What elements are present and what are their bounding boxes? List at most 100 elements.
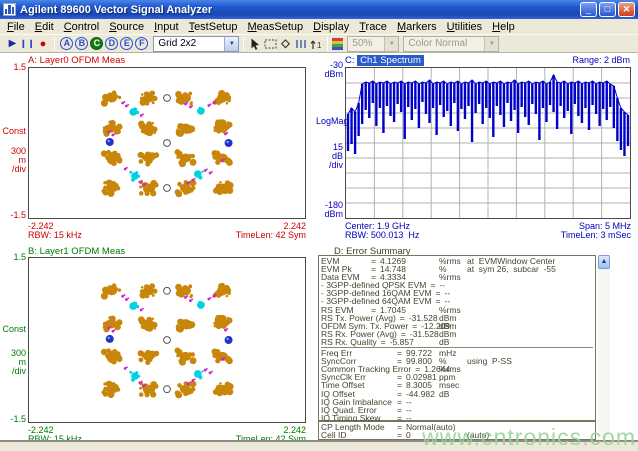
pause-button[interactable]: ❙❙ bbox=[20, 36, 35, 52]
pane-c-y-min: -180 dBm bbox=[316, 201, 343, 219]
chevron-down-icon: ▼ bbox=[484, 37, 498, 51]
menu-input[interactable]: Input bbox=[149, 21, 183, 33]
pane-a-y-max: 1.5 bbox=[0, 63, 26, 72]
zoom-level-select[interactable]: 50% ▼ bbox=[347, 36, 399, 52]
trace-button-a[interactable]: A bbox=[60, 37, 73, 50]
range-label: Range: 2 dBm bbox=[572, 55, 630, 65]
peak-marker-button[interactable]: 1 bbox=[308, 36, 323, 52]
pane-b-y-format: Const bbox=[0, 325, 26, 334]
zoom-rect-button[interactable] bbox=[263, 36, 278, 52]
menu-trace[interactable]: Trace bbox=[354, 21, 392, 33]
row-value: -31.528 bbox=[410, 330, 439, 338]
close-button[interactable]: ✕ bbox=[618, 2, 635, 17]
pane-a-y-format: Const bbox=[0, 127, 26, 136]
toolbar-separator bbox=[327, 37, 328, 51]
pane-c-y-max: -30 dBm bbox=[316, 61, 343, 79]
menu-testsetup[interactable]: TestSetup bbox=[184, 21, 243, 33]
zoom-level-value: 50% bbox=[352, 38, 372, 49]
pane-c-title-prefix: C: bbox=[345, 55, 355, 66]
section-divider bbox=[321, 347, 593, 348]
vertical-bars-icon bbox=[295, 38, 307, 50]
minimize-button[interactable]: _ bbox=[580, 2, 597, 17]
error-summary-row: Time Offset=8.3005msec bbox=[321, 381, 593, 389]
pane-b-title: B: Layer1 OFDM Meas bbox=[28, 246, 125, 257]
pane-d: D: Error Summary EVM=4.1269%rmsat EVMWin… bbox=[316, 243, 638, 440]
color-mode-select[interactable]: Color Normal ▼ bbox=[403, 36, 499, 52]
menu-display[interactable]: Display bbox=[308, 21, 354, 33]
pause-icon: ❙❙ bbox=[20, 39, 35, 48]
pane-a-y-scale: 300 m /div bbox=[0, 147, 26, 174]
menu-source[interactable]: Source bbox=[104, 21, 149, 33]
vsa-window: Agilent 89600 Vector Signal Analyzer _ □… bbox=[0, 0, 638, 451]
band-markers-button[interactable] bbox=[293, 36, 308, 52]
pane-c-y-format: LogMag bbox=[316, 117, 343, 126]
title-bar[interactable]: Agilent 89600 Vector Signal Analyzer _ □… bbox=[0, 0, 638, 19]
app-icon bbox=[3, 3, 16, 16]
record-icon: ● bbox=[40, 38, 47, 50]
toolbar-separator bbox=[54, 37, 55, 51]
scroll-up-icon[interactable]: ▲ bbox=[598, 255, 610, 269]
menu-utilities[interactable]: Utilities bbox=[442, 21, 487, 33]
pane-a: A: Layer0 OFDM Meas 1.5 Const 300 m /div… bbox=[0, 53, 316, 243]
chevron-down-icon: ▼ bbox=[224, 37, 238, 51]
error-summary-row: RS Rx. Quality=-5.857dB bbox=[321, 338, 593, 346]
row-extra: using P-SS bbox=[467, 357, 512, 365]
menu-file[interactable]: File bbox=[2, 21, 30, 33]
marker-to-peak-icon: 1 bbox=[310, 38, 322, 50]
pane-b-y-max: 1.5 bbox=[0, 253, 26, 262]
record-button[interactable]: ● bbox=[35, 36, 50, 52]
pane-c-title: C: Ch1 Spectrum bbox=[345, 55, 424, 66]
menu-control[interactable]: Control bbox=[59, 21, 104, 33]
trace-button-d[interactable]: D bbox=[105, 37, 118, 50]
error-summary-table: EVM=4.1269%rmsat EVMWindow CenterEVM Pk=… bbox=[318, 255, 596, 421]
row-value: 0 bbox=[406, 431, 411, 439]
error-summary-row: Freq Err=99.722mHz bbox=[321, 349, 593, 357]
row-unit: dB bbox=[439, 390, 449, 398]
marquee-rect-icon bbox=[264, 39, 277, 49]
pane-b-y-min: -1.5 bbox=[0, 415, 26, 424]
row-unit: dB bbox=[439, 338, 449, 346]
grid-layout-value: Grid 2x2 bbox=[158, 38, 196, 49]
window-title: Agilent 89600 Vector Signal Analyzer bbox=[20, 4, 578, 16]
constellation-plot-a[interactable] bbox=[28, 67, 306, 219]
pane-c-title-selected[interactable]: Ch1 Spectrum bbox=[357, 55, 424, 66]
trace-button-b[interactable]: B bbox=[75, 37, 88, 50]
scrollbar[interactable]: ▲ bbox=[598, 255, 610, 438]
diamond-icon bbox=[280, 38, 291, 49]
pane-b: B: Layer1 OFDM Meas 1.5 Const 300 m /div… bbox=[0, 243, 316, 440]
menu-bar: FileEditControlSourceInputTestSetupMeasS… bbox=[0, 19, 638, 34]
constellation-plot-b[interactable] bbox=[28, 257, 306, 423]
row-extra: at sym 26, subcar -55 bbox=[467, 265, 556, 273]
play-icon: ▶ bbox=[9, 38, 17, 49]
marker-diamond-button[interactable] bbox=[278, 36, 293, 52]
pane-b-y-scale: 300 m /div bbox=[0, 349, 26, 376]
menu-help[interactable]: Help bbox=[487, 21, 520, 33]
maximize-button[interactable]: □ bbox=[599, 2, 616, 17]
trace-button-f[interactable]: F bbox=[135, 37, 148, 50]
row-value: -5.857 bbox=[390, 338, 414, 346]
menu-edit[interactable]: Edit bbox=[30, 21, 59, 33]
menu-markers[interactable]: Markers bbox=[392, 21, 442, 33]
menu-meassetup[interactable]: MeasSetup bbox=[242, 21, 308, 33]
pane-c-timelen: TimeLen: 3 mSec bbox=[561, 230, 631, 240]
watermark: www.cntronics.com bbox=[422, 424, 636, 451]
play-button[interactable]: ▶ bbox=[5, 36, 20, 52]
select-cursor-button[interactable] bbox=[248, 36, 263, 52]
pane-a-y-min: -1.5 bbox=[0, 211, 26, 220]
toolbar-separator bbox=[243, 37, 244, 51]
pane-a-title: A: Layer0 OFDM Meas bbox=[28, 55, 125, 66]
grid-layout-select[interactable]: Grid 2x2 ▼ bbox=[153, 36, 239, 52]
pane-c: C: Ch1 Spectrum Range: 2 dBm -30 dBm Log… bbox=[316, 53, 638, 243]
trace-button-c[interactable]: C bbox=[90, 37, 103, 50]
color-mode-value: Color Normal bbox=[408, 38, 467, 49]
pane-a-timelen: TimeLen: 42 Sym bbox=[236, 230, 306, 240]
pane-c-rbw: RBW: 500.013 Hz bbox=[345, 230, 419, 240]
row-equals: = bbox=[381, 338, 386, 346]
row-equals: = bbox=[397, 431, 402, 439]
pane-a-rbw: RBW: 15 kHz bbox=[28, 230, 82, 240]
chevron-down-icon: ▼ bbox=[384, 37, 398, 51]
color-palette-icon bbox=[332, 38, 343, 50]
spectrum-plot-c[interactable] bbox=[345, 67, 631, 219]
trace-select-buttons: ABCDEF bbox=[59, 37, 149, 50]
trace-button-e[interactable]: E bbox=[120, 37, 133, 50]
